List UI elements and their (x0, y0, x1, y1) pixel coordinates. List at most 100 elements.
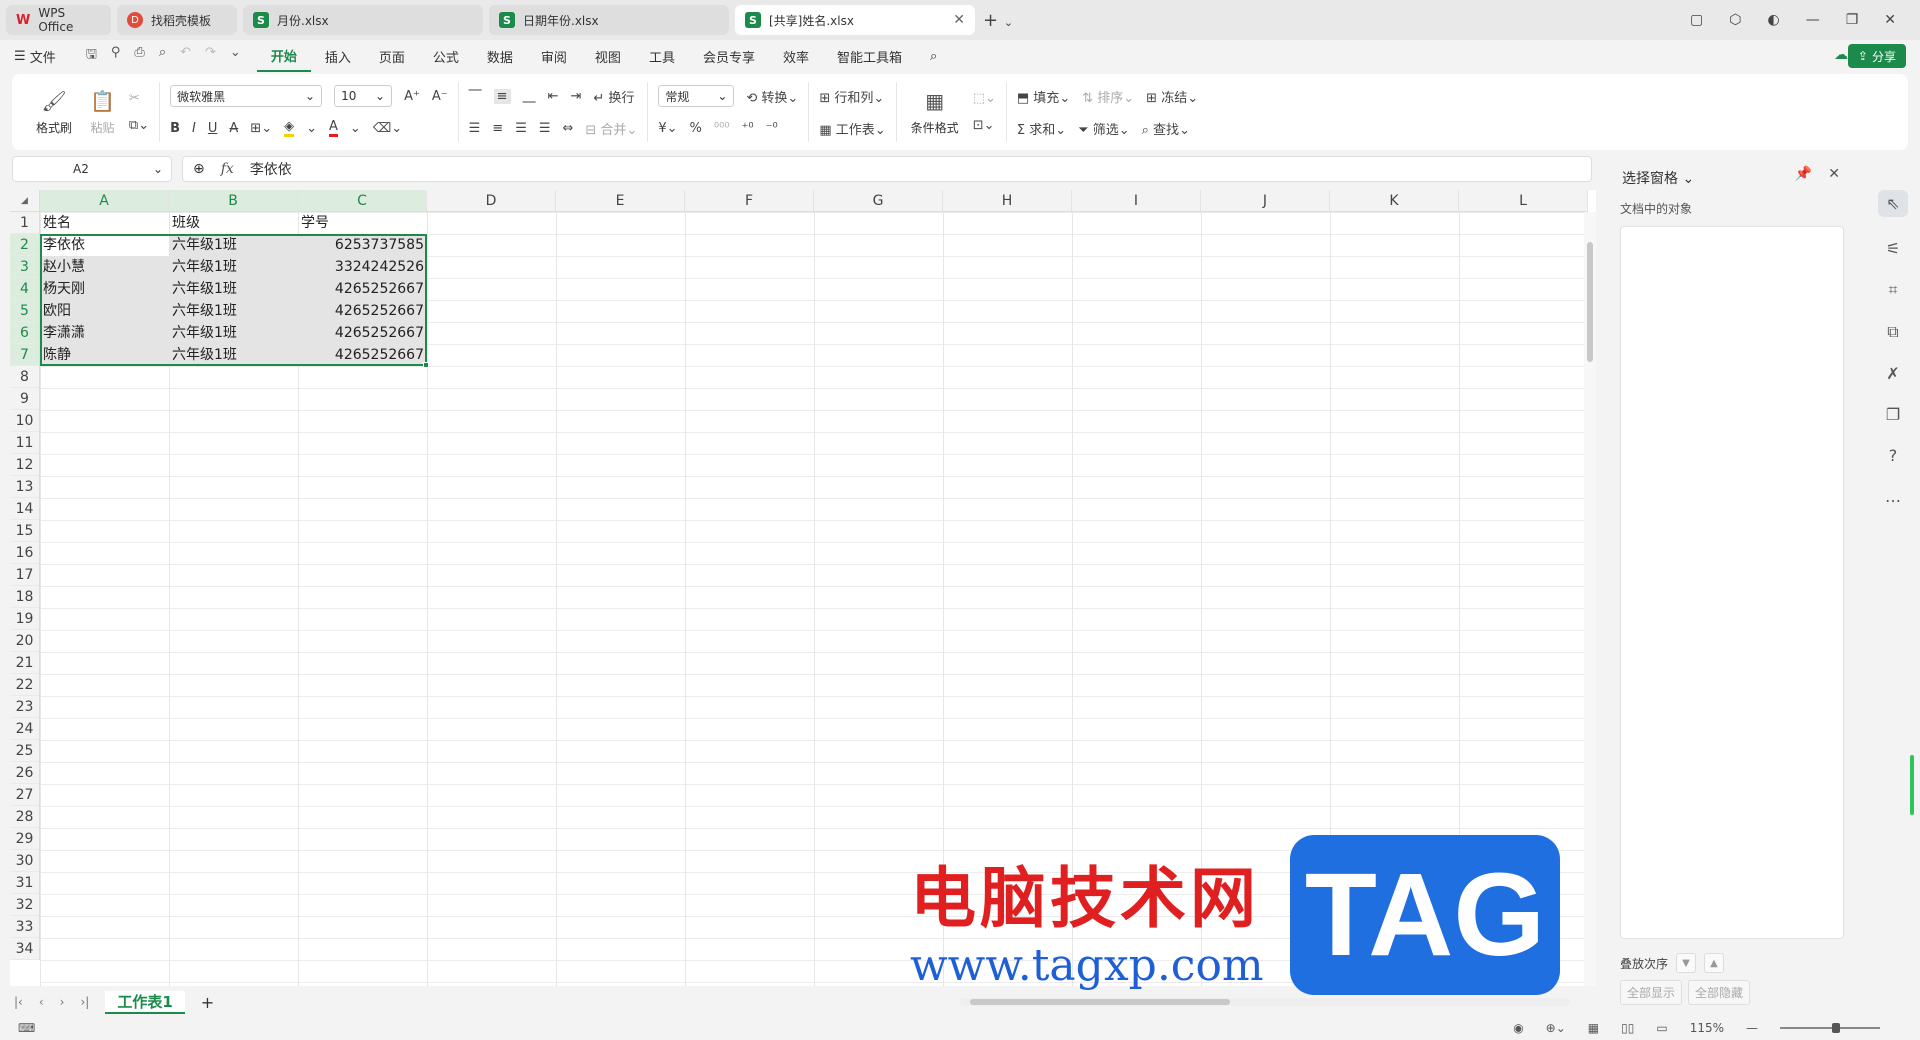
merge-button[interactable]: ⊟ 合并⌄ (585, 119, 637, 138)
zoom-level[interactable]: 115% (1690, 1021, 1724, 1035)
row-header-28[interactable]: 28 (10, 806, 39, 828)
row-header-18[interactable]: 18 (10, 586, 39, 608)
font-color-icon[interactable]: A (329, 119, 338, 137)
indent-decrease-icon[interactable]: ⇤ (548, 89, 559, 104)
convert-button[interactable]: ⟲ 转换⌄ (746, 87, 798, 106)
row-header-23[interactable]: 23 (10, 696, 39, 718)
chevron-down-icon[interactable]: ⌄ (350, 121, 361, 136)
row-header-7[interactable]: 7 (10, 344, 39, 366)
thousands-icon[interactable]: ⁰⁰⁰ (714, 121, 730, 136)
table-cell[interactable]: 6253737585 (298, 234, 427, 256)
row-header-19[interactable]: 19 (10, 608, 39, 630)
scrollbar-thumb[interactable] (970, 999, 1230, 1005)
filter-button[interactable]: ⏷ 筛选⌄ (1078, 119, 1129, 138)
font-name-select[interactable]: 微软雅黑 ⌄ (170, 85, 323, 107)
align-right-icon[interactable]: ☰ (515, 121, 527, 136)
row-header-14[interactable]: 14 (10, 498, 39, 520)
zoom-slider[interactable] (1780, 1023, 1880, 1033)
menu-review[interactable]: 审阅 (527, 40, 581, 72)
menu-member[interactable]: 会员专享 (689, 40, 769, 72)
conditional-format-button[interactable]: ▦ 条件格式 (907, 89, 963, 136)
zoom-out-icon[interactable]: — (1746, 1021, 1758, 1035)
move-up-icon[interactable]: ▲ (1704, 953, 1725, 973)
row-header-11[interactable]: 11 (10, 432, 39, 454)
column-header-g[interactable]: G (814, 190, 943, 211)
table-cell[interactable]: 李潇潇 (40, 322, 169, 344)
redo-icon[interactable]: ↷ (205, 45, 216, 67)
help-icon[interactable]: ? (1889, 446, 1898, 465)
number-format-select[interactable]: 常规 ⌄ (658, 85, 735, 107)
select-pointer-icon[interactable]: ⇖ (1878, 190, 1908, 217)
column-header-b[interactable]: B (169, 190, 298, 211)
table-cell[interactable]: 六年级1班 (169, 234, 298, 256)
table-cell[interactable]: 3324242526 (298, 256, 427, 278)
tab-docer-templates[interactable]: D 找稻壳模板 (117, 5, 237, 35)
cell-area[interactable]: 姓名 班级 学号 李依依 六年级1班 6253737585 赵小慧 六年级1班 33242425… (40, 212, 427, 366)
row-header-2[interactable]: 2 (10, 234, 39, 256)
page-layout-icon[interactable]: ▯▯ (1621, 1021, 1634, 1035)
prev-sheet-icon[interactable]: ‹ (39, 995, 44, 1009)
row-header-16[interactable]: 16 (10, 542, 39, 564)
sheet-tab-1[interactable]: 工作表1 (105, 990, 185, 1014)
column-header-i[interactable]: I (1072, 190, 1201, 211)
scrollbar-thumb[interactable] (1587, 242, 1593, 362)
eye-protection-icon[interactable]: ◉ (1513, 1021, 1523, 1035)
cloud-sync-icon[interactable]: ☁ (1834, 47, 1848, 63)
table-cell[interactable]: 杨天刚 (40, 278, 169, 300)
menu-insert[interactable]: 插入 (311, 40, 365, 72)
zoom-slider-knob[interactable] (1832, 1023, 1840, 1033)
row-header-1[interactable]: 1 (10, 212, 39, 234)
align-top-icon[interactable]: ⎺ (469, 89, 482, 104)
table-cell[interactable]: 4265252667 (298, 322, 427, 344)
increase-font-icon[interactable]: A⁺ (404, 89, 420, 104)
table-cell[interactable]: 六年级1班 (169, 322, 298, 344)
fx-icon[interactable]: fx (221, 161, 234, 177)
row-header-22[interactable]: 22 (10, 674, 39, 696)
row-header-24[interactable]: 24 (10, 718, 39, 740)
font-size-select[interactable]: 10 ⌄ (334, 85, 393, 107)
page-break-icon[interactable]: ▭ (1656, 1021, 1667, 1035)
worksheet-button[interactable]: ▦ 工作表⌄ (819, 119, 885, 138)
row-header-32[interactable]: 32 (10, 894, 39, 916)
menu-page[interactable]: 页面 (365, 40, 419, 72)
link-icon[interactable]: ⚲ (111, 45, 121, 67)
menu-smart-toolbox[interactable]: 智能工具箱 (823, 40, 916, 72)
menu-data[interactable]: 数据 (473, 40, 527, 72)
row-header-6[interactable]: 6 (10, 322, 39, 344)
menu-efficiency[interactable]: 效率 (769, 40, 823, 72)
row-header-27[interactable]: 27 (10, 784, 39, 806)
row-header-17[interactable]: 17 (10, 564, 39, 586)
tools-icon[interactable]: ✗ (1886, 364, 1899, 383)
column-header-d[interactable]: D (427, 190, 556, 211)
layout-icon[interactable]: ▢ (1690, 12, 1703, 28)
row-header-21[interactable]: 21 (10, 652, 39, 674)
decrease-decimal-icon[interactable]: ⁻⁰ (766, 121, 778, 136)
show-all-button[interactable]: 全部显示 (1620, 980, 1683, 1005)
indent-increase-icon[interactable]: ⇥ (570, 89, 581, 104)
bold-icon[interactable]: B (170, 121, 180, 136)
menu-formula[interactable]: 公式 (419, 40, 473, 72)
search-icon[interactable]: ⌕ (916, 40, 951, 72)
column-header-l[interactable]: L (1459, 190, 1588, 211)
settings-sliders-icon[interactable]: ⚟ (1886, 239, 1900, 258)
comment-icon[interactable]: ⌗ (1888, 280, 1897, 300)
tab-wps-office[interactable]: W WPS Office (6, 5, 111, 35)
percent-icon[interactable]: % (690, 121, 702, 136)
menu-start[interactable]: 开始 (256, 40, 311, 72)
save-icon[interactable]: 🖫 (86, 45, 97, 67)
menu-tools[interactable]: 工具 (635, 40, 689, 72)
move-down-icon[interactable]: ▼ (1676, 953, 1697, 973)
row-header-25[interactable]: 25 (10, 740, 39, 762)
chevron-down-icon[interactable]: ⌄ (306, 121, 317, 136)
add-sheet-icon[interactable]: + (201, 993, 214, 1012)
underline-icon[interactable]: U (208, 121, 218, 136)
new-tab-plus-icon[interactable]: + ⌄ (983, 10, 1013, 31)
focus-icon[interactable]: ⊕⌄ (1546, 1021, 1566, 1035)
row-header-8[interactable]: 8 (10, 366, 39, 388)
decrease-font-icon[interactable]: A⁻ (432, 89, 448, 104)
column-header-a[interactable]: A (40, 190, 169, 211)
copy-icon[interactable]: ⧉⌄ (129, 118, 149, 133)
row-header-9[interactable]: 9 (10, 388, 39, 410)
justify-icon[interactable]: ☰ (539, 121, 551, 136)
select-all-corner[interactable]: ◢ (10, 190, 40, 212)
